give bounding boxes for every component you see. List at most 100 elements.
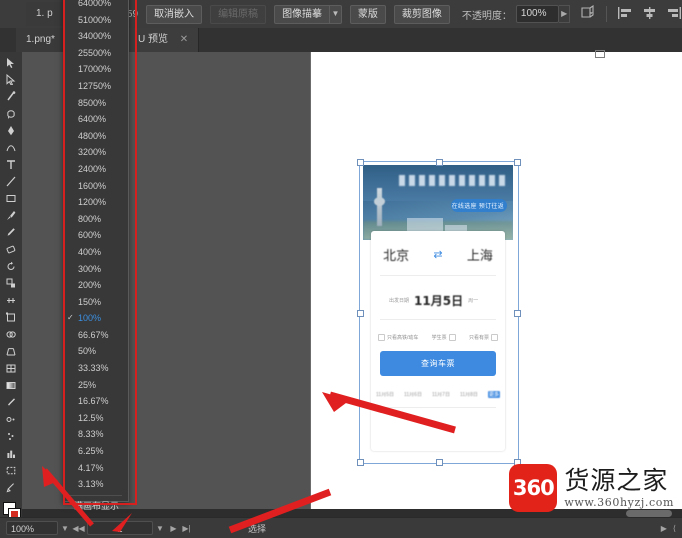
zoom-option-17000[interactable]: 17000% bbox=[64, 61, 128, 78]
curvature-tool-icon[interactable] bbox=[0, 139, 22, 156]
rotate-tool-icon[interactable] bbox=[0, 258, 22, 275]
transform-icon[interactable] bbox=[580, 4, 597, 23]
zoom-option-2400[interactable]: 2400% bbox=[64, 161, 128, 178]
free-transform-tool-icon[interactable] bbox=[0, 309, 22, 326]
selection-handle[interactable] bbox=[436, 459, 443, 466]
eraser-tool-icon[interactable] bbox=[0, 241, 22, 258]
selection-handle[interactable] bbox=[514, 159, 521, 166]
option-highspeed[interactable]: 只看高铁/动车 bbox=[378, 333, 418, 341]
direct-selection-tool-icon[interactable] bbox=[0, 71, 22, 88]
zoom-option-400[interactable]: 400% bbox=[64, 244, 128, 261]
zoom-option-50[interactable]: 50% bbox=[64, 343, 128, 360]
artboard-canvas[interactable]: 在线选座 预订往返 北京 ⇄ 上海 出发日期 11月5日 周一 只看高铁/动车 … bbox=[310, 50, 682, 518]
destination-city[interactable]: 上海 bbox=[467, 245, 493, 264]
zoom-option-100[interactable]: 100% bbox=[64, 310, 128, 327]
align-right-icon[interactable] bbox=[667, 6, 682, 23]
quick-link[interactable]: 11月8日 bbox=[460, 391, 478, 398]
zoom-option-25500[interactable]: 25500% bbox=[64, 45, 128, 62]
close-icon[interactable]: ✕ bbox=[180, 34, 188, 45]
prev-page-icon[interactable]: ◀◀ bbox=[72, 524, 85, 533]
gradient-tool-icon[interactable] bbox=[0, 377, 22, 394]
zoom-option-25[interactable]: 25% bbox=[64, 377, 128, 394]
line-tool-icon[interactable] bbox=[0, 173, 22, 190]
perspective-grid-tool-icon[interactable] bbox=[0, 343, 22, 360]
zoom-option-4800[interactable]: 4800% bbox=[64, 128, 128, 145]
column-graph-tool-icon[interactable] bbox=[0, 445, 22, 462]
city-row[interactable]: 北京 ⇄ 上海 bbox=[371, 235, 505, 273]
zoom-option-125[interactable]: 12.5% bbox=[64, 410, 128, 427]
checkbox-icon[interactable] bbox=[378, 333, 385, 341]
next-page-icon[interactable]: ▶ bbox=[167, 524, 180, 533]
zoom-option-1200[interactable]: 1200% bbox=[64, 194, 128, 211]
checkbox-icon[interactable] bbox=[490, 333, 498, 341]
zoom-option-64000[interactable]: 64000% bbox=[64, 0, 128, 12]
pencil-tool-icon[interactable] bbox=[0, 224, 22, 241]
paintbrush-tool-icon[interactable] bbox=[0, 207, 22, 224]
align-center-icon[interactable] bbox=[642, 6, 657, 23]
checkbox-icon[interactable] bbox=[448, 333, 456, 341]
zoom-option-6667[interactable]: 66.67% bbox=[64, 327, 128, 344]
back-icon[interactable]: ⟨ bbox=[673, 524, 676, 533]
zoom-option-150[interactable]: 150% bbox=[64, 294, 128, 311]
zoom-option-34000[interactable]: 34000% bbox=[64, 28, 128, 45]
mesh-tool-icon[interactable] bbox=[0, 360, 22, 377]
align-left-icon[interactable] bbox=[617, 6, 632, 23]
zoom-option-833[interactable]: 8.33% bbox=[64, 426, 128, 443]
option-available[interactable]: 只看有票 bbox=[469, 333, 498, 341]
zoom-option-200[interactable]: 200% bbox=[64, 277, 128, 294]
image-trace-chevron-down-icon[interactable]: ▼ bbox=[329, 4, 342, 24]
last-page-icon[interactable]: ▶| bbox=[180, 524, 193, 533]
selection-tool-icon[interactable] bbox=[0, 54, 22, 71]
quick-link[interactable]: 11月6日 bbox=[404, 391, 422, 398]
zoom-option-600[interactable]: 600% bbox=[64, 227, 128, 244]
mask-button[interactable]: 蒙版 bbox=[349, 4, 386, 24]
zoom-option-300[interactable]: 300% bbox=[64, 261, 128, 278]
artboard-tool-icon[interactable] bbox=[0, 462, 22, 479]
zoom-option-fit-canvas[interactable]: 满画布显示 bbox=[64, 498, 128, 515]
document-tab-1png[interactable]: 1.png* bbox=[16, 28, 66, 52]
zoom-option-51000[interactable]: 51000% bbox=[64, 12, 128, 29]
background-tab[interactable]: 1. p bbox=[26, 2, 63, 26]
zoom-option-625[interactable]: 6.25% bbox=[64, 443, 128, 460]
search-tickets-button[interactable]: 查询车票 bbox=[380, 351, 496, 376]
selection-handle[interactable] bbox=[357, 459, 364, 466]
magic-wand-tool-icon[interactable] bbox=[0, 88, 22, 105]
symbol-sprayer-tool-icon[interactable] bbox=[0, 428, 22, 445]
origin-city[interactable]: 北京 bbox=[383, 245, 409, 264]
zoom-option-3200[interactable]: 3200% bbox=[64, 144, 128, 161]
zoom-option-6400[interactable]: 6400% bbox=[64, 111, 128, 128]
zoom-option-8500[interactable]: 8500% bbox=[64, 95, 128, 112]
unembed-button[interactable]: 取消嵌入 bbox=[146, 4, 203, 24]
zoom-level-dropdown[interactable]: 64000% 51000% 34000% 25500% 17000% 12750% 8500… bbox=[63, 0, 129, 511]
artboard-chevron-down-icon[interactable]: ▼ bbox=[153, 524, 167, 533]
zoom-option-800[interactable]: 800% bbox=[64, 211, 128, 228]
date-row[interactable]: 出发日期 11月5日 周一 bbox=[371, 283, 523, 317]
zoom-option-313[interactable]: 3.13% bbox=[64, 476, 128, 493]
zoom-option-12750[interactable]: 12750% bbox=[64, 78, 128, 95]
rectangle-tool-icon[interactable] bbox=[0, 190, 22, 207]
option-student[interactable]: 学生票 bbox=[432, 333, 456, 341]
date-value[interactable]: 11月5日 bbox=[414, 292, 463, 309]
zoom-level-input[interactable]: 100% bbox=[6, 521, 58, 535]
zoom-option-1667[interactable]: 16.67% bbox=[64, 393, 128, 410]
placed-image-artwork[interactable]: 在线选座 预订往返 北京 ⇄ 上海 出发日期 11月5日 周一 只看高铁/动车 … bbox=[363, 165, 513, 458]
swap-arrows-icon[interactable]: ⇄ bbox=[433, 248, 442, 261]
zoom-option-1600[interactable]: 1600% bbox=[64, 178, 128, 195]
zoom-option-3333[interactable]: 33.33% bbox=[64, 360, 128, 377]
artboard-number-input[interactable]: 1 bbox=[87, 521, 153, 535]
slice-tool-icon[interactable] bbox=[0, 479, 22, 496]
blend-tool-icon[interactable] bbox=[0, 411, 22, 428]
shape-builder-tool-icon[interactable] bbox=[0, 326, 22, 343]
play-icon[interactable]: ▶ bbox=[661, 524, 667, 533]
lasso-tool-icon[interactable] bbox=[0, 105, 22, 122]
quick-link[interactable]: 11月7日 bbox=[432, 391, 450, 398]
pen-tool-icon[interactable] bbox=[0, 122, 22, 139]
scale-tool-icon[interactable] bbox=[0, 275, 22, 292]
crop-image-button[interactable]: 裁剪图像 bbox=[393, 4, 450, 24]
zoom-chevron-down-icon[interactable]: ▼ bbox=[58, 524, 72, 533]
opacity-stepper-icon[interactable]: ▶ bbox=[559, 5, 571, 23]
eyedropper-tool-icon[interactable] bbox=[0, 394, 22, 411]
opacity-input[interactable]: 100% bbox=[515, 5, 560, 23]
type-tool-icon[interactable] bbox=[0, 156, 22, 173]
gpu-preview-tab[interactable]: U 预览 ✕ bbox=[128, 28, 200, 52]
